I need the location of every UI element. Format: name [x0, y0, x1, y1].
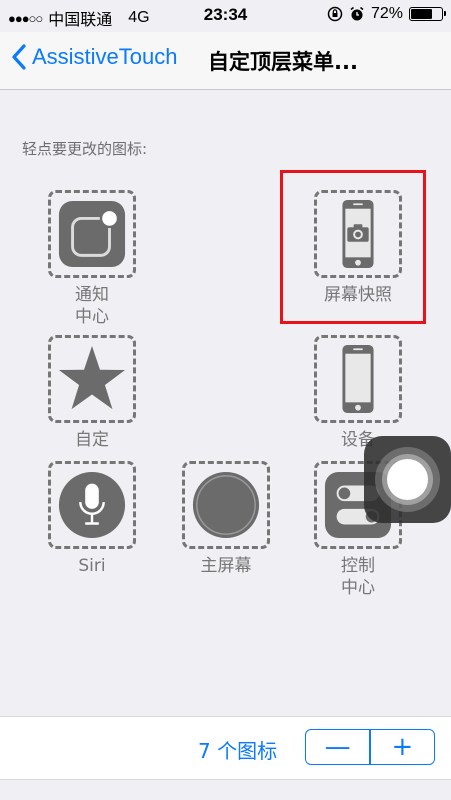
assistive-touch-button[interactable] [364, 436, 451, 523]
alarm-clock-icon [350, 6, 364, 21]
icon-slot-frame [48, 335, 136, 423]
status-bar: ●●●○○ 中国联通 4G 23:34 72% [0, 0, 451, 32]
icon-label: 控制 中心 [341, 556, 375, 598]
custom-star-icon [58, 345, 126, 410]
assistive-touch-core [387, 459, 428, 500]
back-button-label: AssistiveTouch [32, 44, 178, 69]
navigation-bar: AssistiveTouch 自定顶层菜单... [0, 32, 451, 90]
icon-count-label: 7 个图标 [198, 739, 278, 763]
rotation-lock-icon [327, 6, 343, 22]
icon-slot-frame [48, 190, 136, 278]
home-button-icon [192, 471, 260, 539]
battery-icon [409, 7, 446, 21]
battery-percent: 72% [370, 5, 403, 22]
icon-slot-frame [48, 461, 136, 549]
back-button[interactable]: AssistiveTouch [10, 43, 178, 71]
increment-button[interactable]: + [371, 730, 434, 764]
icon-label: 自定 [75, 430, 109, 450]
status-right: 72% [327, 5, 446, 23]
decrement-button[interactable]: — [306, 730, 369, 764]
icon-count-bar: 7 个图标 — + [0, 716, 451, 780]
siri-microphone-icon [58, 471, 126, 539]
section-header: 轻点要更改的图标: [22, 140, 148, 158]
highlight-annotation [280, 170, 426, 324]
icon-label: Siri [78, 556, 106, 576]
icon-slot-siri[interactable]: Siri [32, 461, 152, 577]
icon-slot-frame [314, 335, 402, 423]
icon-count-stepper: — + [305, 729, 435, 765]
icon-slot-notification-center[interactable]: 通知 中心 [32, 190, 152, 328]
notification-center-icon [58, 200, 126, 268]
icon-slot-home[interactable]: 主屏幕 [166, 461, 286, 577]
icon-label: 通知 中心 [75, 285, 109, 327]
page-title: 自定顶层菜单... [208, 50, 358, 74]
icon-slot-device[interactable]: 设备 [298, 335, 418, 451]
battery-fill [411, 9, 433, 19]
assistive-touch-middle-ring [382, 454, 433, 505]
icon-slot-custom[interactable]: 自定 [32, 335, 152, 451]
assistive-touch-outer-ring [375, 447, 440, 512]
device-icon [342, 344, 374, 414]
icon-label: 主屏幕 [200, 556, 252, 576]
icon-slot-frame [182, 461, 270, 549]
chevron-left-icon [12, 44, 26, 70]
